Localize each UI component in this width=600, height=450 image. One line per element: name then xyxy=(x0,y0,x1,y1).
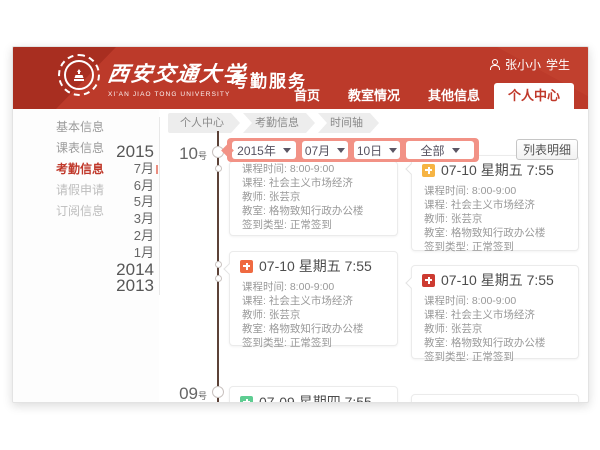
signin-type-icon xyxy=(240,396,253,404)
scale-month-jul[interactable]: 7月 xyxy=(83,161,154,178)
chevron-down-icon xyxy=(389,148,397,153)
scale-month-may[interactable]: 5月 xyxy=(83,194,154,211)
breadcrumb-personal-center[interactable]: 个人中心 xyxy=(168,113,240,133)
scale-month-feb[interactable]: 2月 xyxy=(83,228,154,245)
breadcrumb-attendance-info[interactable]: 考勤信息 xyxy=(243,113,315,133)
year-dropdown[interactable]: 2015年 xyxy=(232,141,296,159)
scale-year-2015[interactable]: 2015 xyxy=(83,144,154,161)
day-marker-09: 09号 xyxy=(171,384,207,403)
scale-month-mar[interactable]: 3月 xyxy=(83,211,154,228)
university-logo-icon xyxy=(58,54,100,96)
app-window: 西安交通大学 XI'AN JIAO TONG UNIVERSITY 考勤服务 张… xyxy=(12,46,589,403)
user-role: 学生 xyxy=(546,56,570,73)
scale-month-jun[interactable]: 6月 xyxy=(83,178,154,195)
timeline-scale: 2015 7月 6月 5月 3月 2月 1月 2014 2013 xyxy=(83,144,154,295)
timeline-node-small-1 xyxy=(215,165,222,172)
day-dropdown[interactable]: 10日 xyxy=(354,141,400,159)
attendance-card: 课程时间: 8:00-9:00 课程: 社会主义市场经济 教师: 张芸京 教室:… xyxy=(229,161,398,236)
timeline-node-small-2 xyxy=(215,261,222,268)
month-dropdown[interactable]: 07月 xyxy=(302,141,348,159)
person-icon xyxy=(489,59,500,70)
main-nav: 首页 教室情况 其他信息 个人中心 xyxy=(280,83,574,109)
active-month-tick xyxy=(156,165,158,174)
chevron-down-icon xyxy=(337,148,345,153)
card-title-text: 07-10 星期五 7:55 xyxy=(441,270,554,290)
list-detail-button[interactable]: 列表明细 xyxy=(516,139,578,160)
nav-item-other-info[interactable]: 其他信息 xyxy=(414,83,494,109)
card-title-text: 07-10 星期五 7:55 xyxy=(441,160,554,180)
attendance-card: 07-10 星期五 7:55 课程时间: 8:00-9:00 课程: 社会主义市… xyxy=(411,155,579,251)
page: 西安交通大学 XI'AN JIAO TONG UNIVERSITY 考勤服务 张… xyxy=(0,0,600,450)
filter-bubble: 2015年 07月 10日 全部 xyxy=(227,138,479,162)
attendance-card: 07-10 星期五 7:55 课程时间: 8:00-9:00 课程: 社会主义市… xyxy=(411,265,579,359)
day-marker-10: 10号 xyxy=(171,144,207,164)
user-menu[interactable]: 张小小 学生 xyxy=(489,56,570,73)
breadcrumb: 个人中心 考勤信息 时间轴 xyxy=(168,113,382,133)
type-dropdown[interactable]: 全部 xyxy=(406,141,474,159)
nav-item-home[interactable]: 首页 xyxy=(280,83,334,109)
university-name-en: XI'AN JIAO TONG UNIVERSITY xyxy=(108,91,246,98)
timeline-node-small-3 xyxy=(215,275,222,282)
sidebar-item-basic-info[interactable]: 基本信息 xyxy=(13,117,159,138)
university-name-block: 西安交通大学 XI'AN JIAO TONG UNIVERSITY xyxy=(108,58,246,98)
chevron-down-icon xyxy=(452,148,460,153)
app-header: 西安交通大学 XI'AN JIAO TONG UNIVERSITY 考勤服务 张… xyxy=(13,47,588,109)
timeline-node-day09 xyxy=(212,386,224,398)
attendance-card: 07-10 星期五 7:55 课程时间: 8:00-9:00 课程: 社会主义市… xyxy=(229,251,398,346)
nav-item-classrooms[interactable]: 教室情况 xyxy=(334,83,414,109)
signin-type-icon xyxy=(422,274,435,287)
sidebar-divider xyxy=(159,117,160,295)
nav-item-personal-center[interactable]: 个人中心 xyxy=(494,83,574,109)
chevron-down-icon xyxy=(283,148,291,153)
university-name-cn: 西安交通大学 xyxy=(106,58,248,88)
signin-type-icon xyxy=(422,164,435,177)
breadcrumb-timeline[interactable]: 时间轴 xyxy=(318,113,379,133)
signin-type-icon xyxy=(240,260,253,273)
attendance-card: 07-09 星期四 7:55 xyxy=(229,386,398,403)
scale-year-2013[interactable]: 2013 xyxy=(83,278,154,295)
card-title-text: 07-10 星期五 7:55 xyxy=(259,256,372,276)
attendance-card xyxy=(411,394,579,403)
card-title-text: 07-09 星期四 7:55 xyxy=(259,392,372,403)
user-name: 张小小 xyxy=(505,56,541,73)
